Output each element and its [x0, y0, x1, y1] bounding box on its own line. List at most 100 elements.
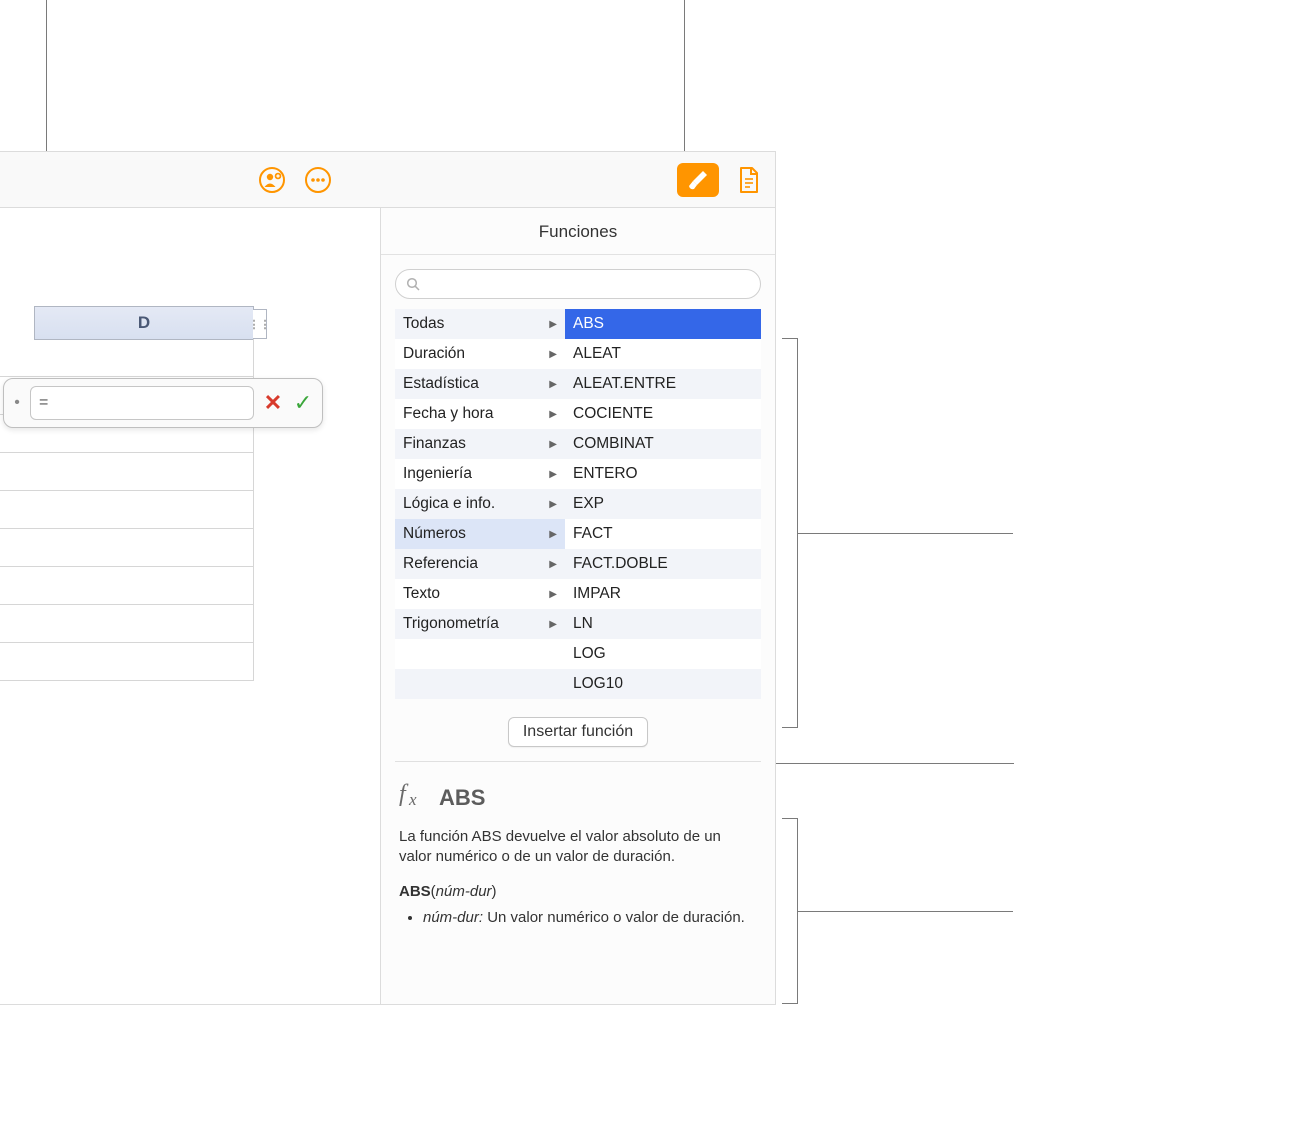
cell[interactable] — [0, 605, 254, 643]
category-item[interactable]: Referencia▶ — [395, 549, 565, 579]
spreadsheet-area: D ⋮⋮ • = ✕ ✓ — [0, 208, 381, 1004]
function-label: FACT — [573, 525, 613, 543]
category-label: Trigonometría — [403, 615, 499, 633]
category-item[interactable]: Ingeniería▶ — [395, 459, 565, 489]
person-plus-icon — [258, 166, 286, 194]
function-item[interactable]: LN — [565, 609, 761, 639]
desc-header: fx ABS — [399, 778, 757, 817]
function-label: ALEAT — [573, 345, 621, 363]
fx-icon: fx — [399, 778, 429, 817]
column-header[interactable]: D ⋮⋮ — [34, 306, 254, 340]
format-button[interactable] — [677, 163, 719, 197]
category-label: Estadística — [403, 375, 479, 393]
search-input[interactable] — [395, 269, 761, 299]
function-item[interactable]: COMBINAT — [565, 429, 761, 459]
chevron-right-icon: ▶ — [549, 439, 557, 450]
function-label: COMBINAT — [573, 435, 654, 453]
sidebar-title: Funciones — [381, 208, 775, 255]
app-window: D ⋮⋮ • = ✕ ✓ — [0, 151, 776, 1005]
cell[interactable] — [0, 491, 254, 529]
category-item[interactable]: Estadística ▶ — [395, 369, 565, 399]
function-item[interactable]: LOG10 — [565, 669, 761, 699]
arg-name: núm-dur: — [423, 909, 483, 926]
insert-function-button[interactable]: Insertar función — [508, 717, 648, 747]
category-label: Duración — [403, 345, 465, 363]
category-item[interactable] — [395, 669, 565, 699]
function-name: ABS — [439, 783, 485, 813]
toolbar — [0, 152, 775, 208]
column-drag-handle[interactable]: ⋮⋮ — [253, 309, 267, 339]
column-label: D — [138, 313, 150, 333]
chevron-right-icon: ▶ — [549, 559, 557, 570]
function-syntax: ABS(núm-dur) — [399, 882, 757, 902]
function-label: FACT.DOBLE — [573, 555, 668, 573]
content-area: D ⋮⋮ • = ✕ ✓ — [0, 208, 775, 1004]
cell[interactable] — [0, 529, 254, 567]
function-item[interactable]: FACT — [565, 519, 761, 549]
share-button[interactable] — [256, 164, 288, 196]
category-list: Todas ▶ Duración ▶ Estadística ▶ Fecha y hora ▶… — [395, 309, 565, 699]
search-wrap — [381, 255, 775, 309]
function-item[interactable]: ALEAT.ENTRE — [565, 369, 761, 399]
function-label: LOG10 — [573, 675, 623, 693]
function-description: fx ABS La función ABS devuelve el valor … — [381, 762, 775, 938]
category-item[interactable] — [395, 639, 565, 669]
category-item[interactable]: Lógica e info.▶ — [395, 489, 565, 519]
chevron-right-icon: ▶ — [549, 589, 557, 600]
category-item[interactable]: Texto ▶ — [395, 579, 565, 609]
category-item[interactable]: Todas ▶ — [395, 309, 565, 339]
chevron-right-icon: ▶ — [549, 319, 557, 330]
chevron-right-icon: ▶ — [549, 529, 557, 540]
more-button[interactable] — [302, 164, 334, 196]
category-label: Fecha y hora — [403, 405, 493, 423]
chevron-right-icon: ▶ — [549, 469, 557, 480]
arg-text: Un valor numérico o valor de duración. — [483, 909, 745, 926]
category-item[interactable]: Duración ▶ — [395, 339, 565, 369]
category-label: Texto — [403, 585, 440, 603]
callout-line — [684, 0, 685, 158]
category-item[interactable]: Números ▶ — [395, 519, 565, 549]
function-item[interactable]: COCIENTE — [565, 399, 761, 429]
arg-list: núm-dur: Un valor numérico o valor de du… — [399, 908, 757, 928]
formula-grip-icon[interactable]: • — [12, 394, 22, 412]
function-label: IMPAR — [573, 585, 621, 603]
function-item[interactable]: ABS — [565, 309, 761, 339]
chevron-right-icon: ▶ — [549, 349, 557, 360]
callout-line — [798, 911, 1013, 912]
document-button[interactable] — [733, 164, 765, 196]
function-item[interactable]: ALEAT — [565, 339, 761, 369]
category-item[interactable]: Finanzas▶ — [395, 429, 565, 459]
formula-input[interactable]: = — [30, 386, 254, 420]
svg-text:x: x — [408, 790, 417, 808]
cell[interactable] — [0, 453, 254, 491]
function-item[interactable]: FACT.DOBLE — [565, 549, 761, 579]
chevron-right-icon: ▶ — [549, 409, 557, 420]
function-item[interactable]: EXP — [565, 489, 761, 519]
callout-bracket — [782, 818, 798, 1004]
cell[interactable] — [0, 567, 254, 605]
function-label: COCIENTE — [573, 405, 653, 423]
accept-formula-button[interactable]: ✓ — [292, 390, 314, 416]
function-label: LOG — [573, 645, 606, 663]
category-item[interactable]: Trigonometría▶ — [395, 609, 565, 639]
function-item[interactable]: IMPAR — [565, 579, 761, 609]
function-summary: La función ABS devuelve el valor absolut… — [399, 827, 757, 868]
function-label: LN — [573, 615, 593, 633]
chevron-right-icon: ▶ — [549, 379, 557, 390]
cell[interactable] — [0, 643, 254, 681]
formula-editor: • = ✕ ✓ — [3, 378, 323, 428]
category-label: Todas — [403, 315, 444, 333]
cancel-formula-button[interactable]: ✕ — [262, 390, 284, 416]
function-item[interactable]: LOG — [565, 639, 761, 669]
category-label: Números — [403, 525, 466, 543]
chevron-right-icon: ▶ — [549, 499, 557, 510]
functions-sidebar: Funciones Todas▶Duración▶Estadística▶Fec… — [381, 208, 775, 1004]
category-item[interactable]: Fecha y hora ▶ — [395, 399, 565, 429]
cell[interactable] — [0, 339, 254, 377]
function-list: ABS ALEAT ALEAT.ENTRE COCIENTE COMBINAT ENTER… — [565, 309, 761, 699]
function-label: ENTERO — [573, 465, 638, 483]
toolbar-left — [256, 164, 334, 196]
function-item[interactable]: ENTERO — [565, 459, 761, 489]
document-icon — [736, 165, 762, 195]
syntax-arg: núm-dur — [436, 883, 492, 900]
